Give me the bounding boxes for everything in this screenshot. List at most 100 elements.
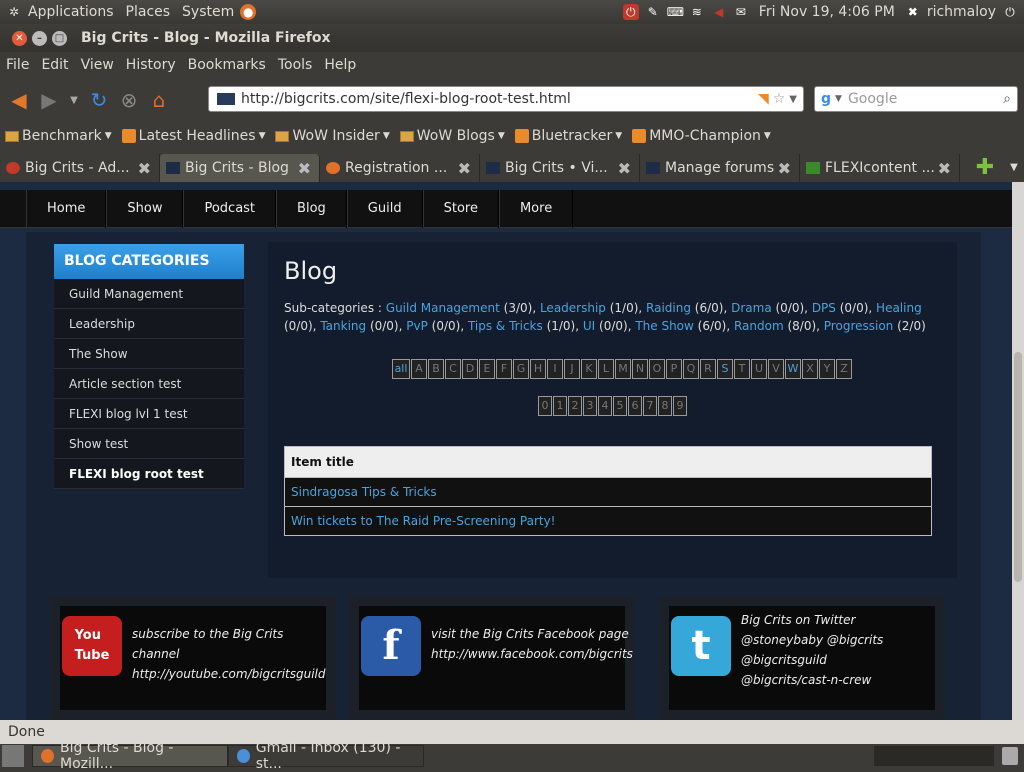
close-tab-icon[interactable]: ✖	[138, 159, 151, 178]
alpha-digit[interactable]: 7	[643, 396, 657, 416]
alpha-letter[interactable]: O	[649, 359, 665, 379]
ubuntu-logo-icon[interactable]: ✲	[6, 4, 22, 20]
subcategory-link[interactable]: DPS	[808, 301, 836, 315]
task-firefox[interactable]: Big Crits - Blog - Mozill...	[32, 740, 228, 772]
close-tab-icon[interactable]: ✖	[778, 159, 791, 178]
alpha-letter[interactable]: Q	[683, 359, 699, 379]
close-icon[interactable]: ✕	[12, 30, 27, 46]
alpha-letter[interactable]: W	[785, 359, 801, 379]
user-icon[interactable]: ✖	[905, 4, 921, 20]
alpha-letter[interactable]: P	[666, 359, 682, 379]
close-tab-icon[interactable]: ✖	[938, 159, 951, 178]
scrollbar-thumb[interactable]	[1014, 352, 1022, 582]
alpha-letter[interactable]: N	[632, 359, 648, 379]
alpha-digit[interactable]: 2	[568, 396, 582, 416]
alpha-letter[interactable]: X	[802, 359, 818, 379]
google-engine-icon[interactable]: g	[821, 91, 831, 107]
new-tab-icon[interactable]: ✚	[970, 154, 1000, 182]
minimize-icon[interactable]: –	[32, 30, 47, 46]
alpha-digit[interactable]: 4	[598, 396, 612, 416]
site-nav-home[interactable]: Home	[26, 189, 107, 228]
history-dropdown-icon[interactable]: ▼	[64, 85, 84, 115]
subcategory-link[interactable]: Random	[730, 319, 784, 333]
alpha-digit[interactable]: 3	[583, 396, 597, 416]
sound-icon[interactable]: ◀	[711, 4, 727, 20]
workspace-switcher[interactable]	[874, 746, 994, 766]
shutdown-icon[interactable]: ⏻	[1002, 4, 1018, 20]
sidebar-item-show-test[interactable]: Show test	[54, 429, 244, 459]
menu-history[interactable]: History	[120, 57, 182, 73]
alpha-letter[interactable]: L	[598, 359, 614, 379]
page-scrollbar[interactable]	[1012, 182, 1024, 720]
twitter-handles[interactable]: @stoneybaby @bigcrits @bigcritsguild	[741, 630, 935, 670]
applications-menu[interactable]: Applications	[22, 4, 120, 20]
facebook-link[interactable]: http://www.facebook.com/bigcrits	[431, 644, 633, 664]
bookmark-mmo-champion[interactable]: MMO-Champion ▼	[627, 128, 776, 144]
alpha-letter[interactable]: H	[530, 359, 546, 379]
subcategory-link[interactable]: Drama	[727, 301, 772, 315]
back-icon[interactable]: ◀	[4, 85, 34, 115]
alpha-letter[interactable]: B	[428, 359, 444, 379]
site-nav-blog[interactable]: Blog	[276, 189, 347, 228]
bookmark-benchmark[interactable]: Benchmark ▼	[0, 128, 117, 144]
show-desktop-icon[interactable]	[2, 745, 24, 767]
places-menu[interactable]: Places	[120, 4, 177, 20]
menu-view[interactable]: View	[75, 57, 120, 73]
sidebar-item-the-show[interactable]: The Show	[54, 339, 244, 369]
table-row[interactable]: Sindragosa Tips & Tricks	[285, 477, 931, 506]
subcategory-link[interactable]: Progression	[820, 319, 894, 333]
sidebar-item-flexi-blog-root-test[interactable]: FLEXI blog root test	[54, 459, 244, 489]
site-nav-podcast[interactable]: Podcast	[183, 189, 277, 228]
subcategory-link[interactable]: Guild Management	[386, 301, 500, 315]
alpha-digit[interactable]: 0	[538, 396, 552, 416]
url-bar[interactable]: http://bigcrits.com/site/flexi-blog-root…	[208, 86, 804, 112]
subcategory-link[interactable]: The Show	[632, 319, 694, 333]
alpha-letter[interactable]: D	[462, 359, 478, 379]
bookmark-wow-blogs[interactable]: WoW Blogs ▼	[395, 128, 510, 144]
reload-icon[interactable]: ↻	[84, 85, 114, 115]
twitter-list[interactable]: @bigcrits/cast-n-crew	[741, 670, 935, 690]
user-name[interactable]: richmaloy	[927, 4, 996, 20]
notes-icon[interactable]: ✎	[645, 4, 661, 20]
site-nav-show[interactable]: Show	[106, 189, 184, 228]
url-dropdown-icon[interactable]: ▼	[789, 94, 797, 105]
youtube-logo-icon[interactable]: You Tube	[62, 616, 122, 676]
search-bar[interactable]: g ▼ Google ⌕	[814, 86, 1018, 112]
subcategory-link[interactable]: Healing	[872, 301, 922, 315]
task-gmail[interactable]: Gmail - Inbox (130) - st...	[228, 740, 424, 772]
tab-list-dropdown-icon[interactable]: ▼	[1004, 154, 1024, 182]
subcategory-link[interactable]: Tips & Tricks	[464, 319, 543, 333]
alpha-letter[interactable]: A	[411, 359, 427, 379]
site-nav-store[interactable]: Store	[422, 189, 499, 228]
clock[interactable]: Fri Nov 19, 4:06 PM	[755, 4, 899, 20]
wifi-icon[interactable]: ≋	[689, 4, 705, 20]
bookmark-bluetracker[interactable]: Bluetracker ▼	[510, 128, 627, 144]
subcategory-link[interactable]: UI	[579, 319, 595, 333]
alpha-letter[interactable]: G	[513, 359, 529, 379]
bookmark-star-icon[interactable]: ☆	[773, 91, 786, 107]
sidebar-item-guild-management[interactable]: Guild Management	[54, 279, 244, 309]
close-tab-icon[interactable]: ✖	[458, 159, 471, 178]
alpha-letter[interactable]: U	[751, 359, 767, 379]
mail-icon[interactable]: ✉	[733, 4, 749, 20]
alpha-letter[interactable]: I	[547, 359, 563, 379]
subcategory-link[interactable]: Raiding	[642, 301, 691, 315]
tab-manage-forums[interactable]: Manage forums ✖	[640, 154, 800, 182]
sidebar-item-flexi-blog-lvl1-test[interactable]: FLEXI blog lvl 1 test	[54, 399, 244, 429]
tab-flexicontent[interactable]: FLEXIcontent ... ✖	[800, 154, 960, 182]
bookmark-latest-headlines[interactable]: Latest Headlines ▼	[117, 128, 271, 144]
alpha-digit[interactable]: 8	[658, 396, 672, 416]
close-tab-icon[interactable]: ✖	[618, 159, 631, 178]
close-tab-icon[interactable]: ✖	[298, 159, 311, 178]
subcategory-link[interactable]: PvP	[402, 319, 428, 333]
search-engine-dropdown-icon[interactable]: ▼	[835, 94, 842, 104]
tab-registration[interactable]: Registration ... ✖	[320, 154, 480, 182]
site-nav-more[interactable]: More	[498, 189, 574, 228]
alpha-letter[interactable]: V	[768, 359, 784, 379]
alpha-letter[interactable]: all	[392, 359, 410, 379]
alpha-letter[interactable]: F	[496, 359, 512, 379]
stop-icon[interactable]: ⊗	[114, 85, 144, 115]
twitter-logo-icon[interactable]: t	[671, 616, 731, 676]
tab-bigcrits-forum[interactable]: Big Crits • Vi... ✖	[480, 154, 640, 182]
system-menu[interactable]: System	[176, 4, 240, 20]
